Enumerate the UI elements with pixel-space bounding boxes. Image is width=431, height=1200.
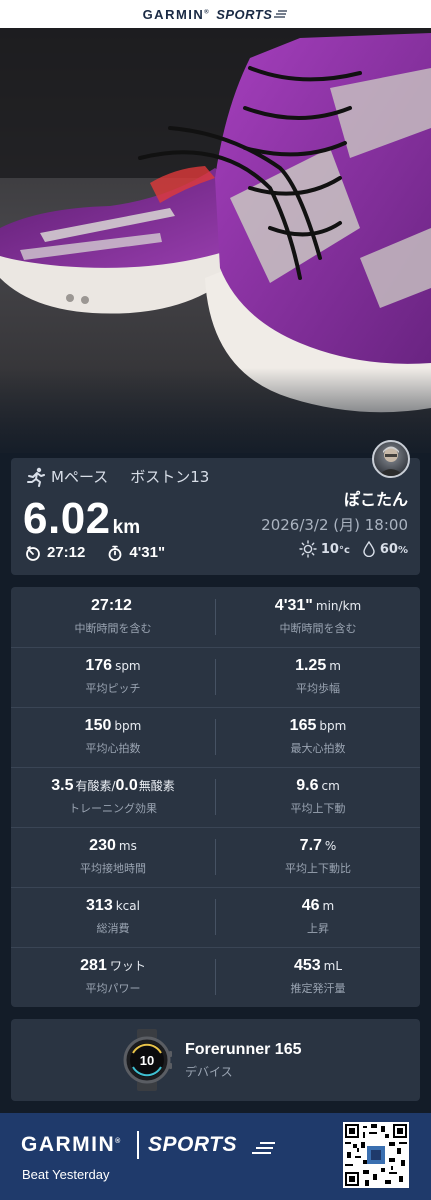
stat-vertical-ratio: 7.7% 平均上下動比 bbox=[285, 837, 351, 875]
stat-ground-contact-time: 230 ms 平均接地時間 bbox=[80, 837, 146, 875]
humidity: 60% bbox=[379, 541, 408, 557]
stats-row: 313 kcal 総消費 46 m 上昇 bbox=[11, 887, 420, 948]
stats-row: 27:12 中断時間を含む 4'31" min/km 中断時間を含む bbox=[11, 587, 420, 648]
device-label: デバイス bbox=[185, 1065, 233, 1079]
qr-code[interactable] bbox=[343, 1122, 409, 1188]
sports-logo: SPORTS bbox=[216, 6, 273, 22]
stat-vertical-oscillation: 9.6 cm 平均上下動 bbox=[290, 777, 346, 815]
duration-value: 27:12 bbox=[47, 544, 86, 561]
activity-photo bbox=[0, 28, 431, 453]
stat-sweat-loss: 453 mL 推定発汗量 bbox=[290, 957, 346, 995]
activity-type: Mペース ボストン13 bbox=[25, 466, 209, 487]
activity-summary-card: Mペース ボストン13 6.02 km 27:12 4'31" ぽこたん 202… bbox=[11, 440, 420, 575]
stat-max-heart-rate: 165 bpm 最大心拍数 bbox=[289, 717, 347, 755]
droplet-icon bbox=[363, 541, 375, 557]
activity-type-label: Mペース bbox=[51, 468, 109, 486]
watch-face-time: 10 bbox=[140, 1053, 154, 1068]
device-card[interactable]: 10 Forerunner 165 デバイス bbox=[11, 1019, 420, 1101]
sun-icon bbox=[299, 540, 317, 558]
garmin-logo: GARMIN® bbox=[142, 6, 211, 22]
stats-row: 3.5 有酸素/0.0無酸素 トレーニング効果 9.6 cm 平均上下動 bbox=[11, 767, 420, 828]
top-brand-bar: GARMIN® SPORTS bbox=[0, 0, 431, 28]
tagline: Beat Yesterday bbox=[22, 1167, 110, 1182]
stats-row: 230 ms 平均接地時間 7.7% 平均上下動比 bbox=[11, 827, 420, 888]
sports-lines-icon bbox=[252, 1142, 275, 1154]
stat-training-effect: 3.5 有酸素/0.0無酸素 トレーニング効果 bbox=[51, 777, 175, 815]
duration-pace-row: 27:12 4'31" bbox=[25, 544, 165, 561]
stopwatch-icon bbox=[108, 545, 122, 561]
distance-value: 6.02 bbox=[23, 494, 111, 543]
stat-avg-heart-rate: 150 bpm 平均心拍数 bbox=[84, 717, 142, 755]
sports-lines-icon bbox=[274, 10, 288, 18]
weather: 10°c 60% bbox=[299, 540, 408, 558]
avatar[interactable] bbox=[372, 440, 410, 478]
footer-garmin-logo: GARMIN® bbox=[21, 1133, 122, 1156]
footer: GARMIN® SPORTS Beat Yesterday bbox=[0, 1113, 431, 1200]
watch-icon: 10 bbox=[123, 1029, 172, 1091]
pace-value: 4'31" bbox=[129, 544, 166, 561]
stat-stride-length: 1.25 m 平均歩幅 bbox=[295, 657, 341, 695]
stat-elapsed-time: 27:12 中断時間を含む bbox=[74, 597, 152, 635]
user-name: ぽこたん bbox=[343, 490, 408, 509]
distance: 6.02 km bbox=[23, 494, 140, 544]
activity-datetime: 2026/3/2 (月) 18:00 bbox=[261, 516, 408, 534]
distance-unit: km bbox=[112, 517, 141, 538]
stat-average-pace: 4'31" min/km 中断時間を含む bbox=[274, 597, 362, 635]
device-name: Forerunner 165 bbox=[185, 1041, 302, 1058]
stat-avg-power: 281 ワット 平均パワー bbox=[80, 957, 146, 995]
stats-card: 27:12 中断時間を含む 4'31" min/km 中断時間を含む 176 spm… bbox=[11, 587, 420, 1007]
stats-row: 281 ワット 平均パワー 453 mL 推定発汗量 bbox=[11, 947, 420, 1007]
temperature: 10°c bbox=[320, 541, 350, 557]
timer-icon bbox=[26, 545, 40, 561]
footer-sports-logo: SPORTS bbox=[148, 1133, 237, 1156]
stat-calories: 313 kcal 総消費 bbox=[86, 897, 140, 935]
activity-title: ボストン13 bbox=[130, 468, 210, 486]
stats-row: 150 bpm 平均心拍数 165 bpm 最大心拍数 bbox=[11, 707, 420, 768]
stats-row: 176 spm 平均ピッチ 1.25 m 平均歩幅 bbox=[11, 647, 420, 708]
runner-icon bbox=[27, 467, 45, 487]
stat-cadence: 176 spm 平均ピッチ bbox=[85, 657, 141, 695]
stat-elevation-gain: 46 m 上昇 bbox=[301, 897, 335, 935]
